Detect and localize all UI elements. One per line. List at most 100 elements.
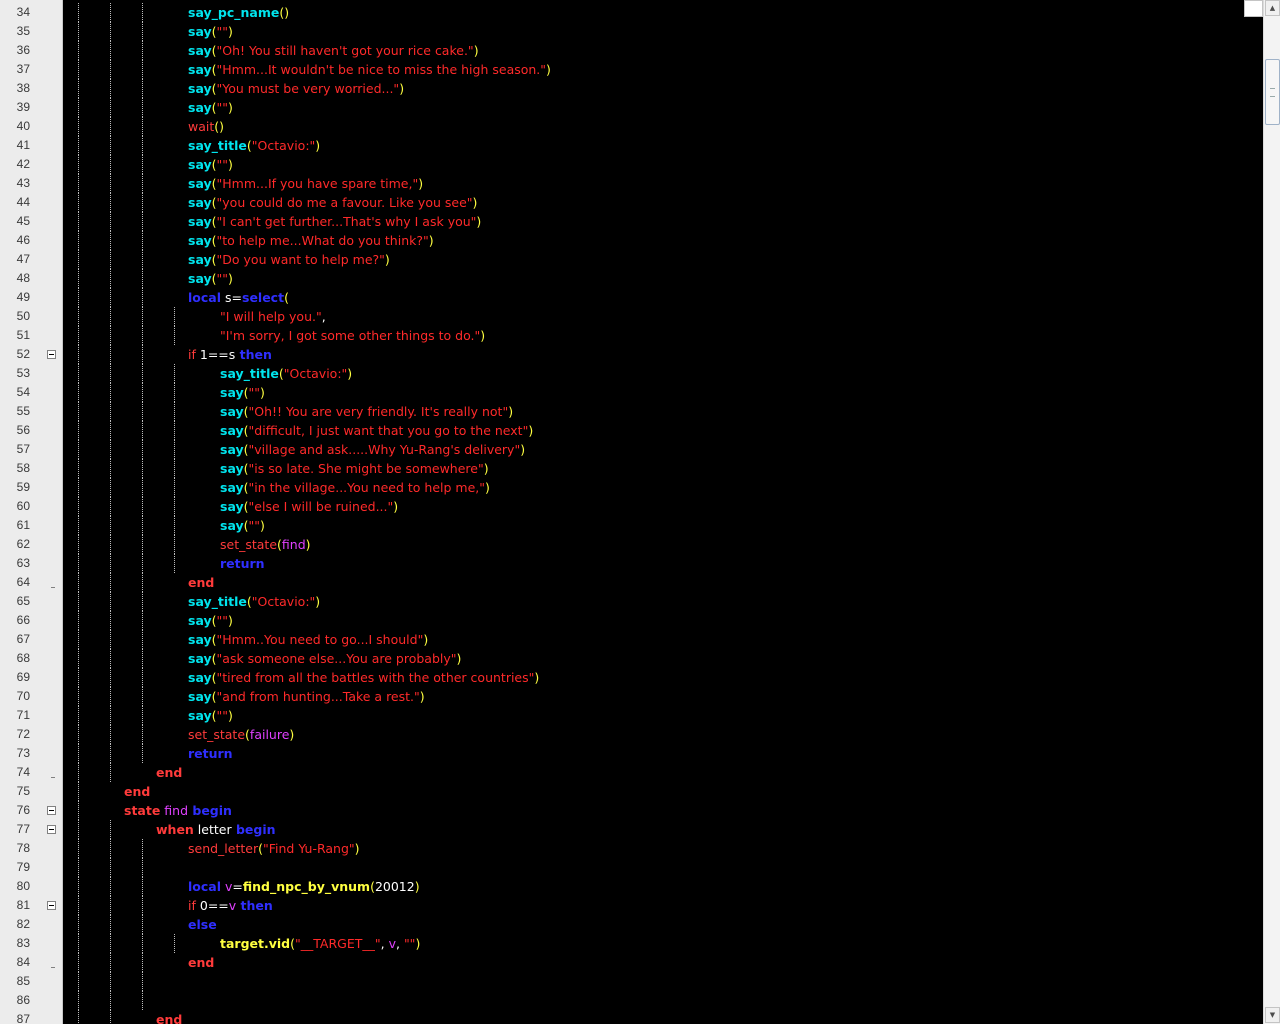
- indent-guide: [110, 60, 111, 79]
- code-token: target.vid: [220, 936, 291, 951]
- code-line[interactable]: target.vid("__TARGET__", v, ""): [220, 934, 1263, 953]
- code-token: ): [480, 328, 486, 343]
- scroll-thumb[interactable]: [1265, 59, 1280, 125]
- code-line[interactable]: say(""): [188, 706, 1263, 725]
- code-line[interactable]: [188, 972, 1263, 991]
- indent-guide: [78, 497, 79, 516]
- code-line[interactable]: say("difficult, I just want that you go …: [220, 421, 1263, 440]
- code-line[interactable]: say("tired from all the battles with the…: [188, 668, 1263, 687]
- code-line[interactable]: say("Hmm...If you have spare time,"): [188, 174, 1263, 193]
- code-editor[interactable]: 34 35 36 37 38 39 40 41 42 43 44 45 46 47 48 49 50 51 52 53…: [0, 0, 1263, 1024]
- code-line[interactable]: if 0==v then: [188, 896, 1263, 915]
- code-line[interactable]: say(""): [188, 611, 1263, 630]
- code-token: say: [188, 176, 212, 191]
- indent-guide: [78, 364, 79, 383]
- code-token: ): [305, 537, 311, 552]
- indent-guide: [142, 497, 143, 516]
- line-number: 38: [16, 81, 30, 95]
- indent-guide: [110, 307, 111, 326]
- code-line[interactable]: say("I can't get further...That's why I …: [188, 212, 1263, 231]
- line-number: 36: [16, 43, 30, 57]
- code-line[interactable]: say("to help me...What do you think?"): [188, 231, 1263, 250]
- indent-guide: [78, 98, 79, 117]
- code-line[interactable]: say("and from hunting...Take a rest."): [188, 687, 1263, 706]
- code-line[interactable]: say(""): [188, 98, 1263, 117]
- code-line[interactable]: return: [188, 744, 1263, 763]
- indent-guide: [78, 535, 79, 554]
- code-line[interactable]: [188, 991, 1263, 1010]
- fold-minus-icon[interactable]: [47, 806, 56, 815]
- code-line[interactable]: say("in the village...You need to help m…: [220, 478, 1263, 497]
- fold-minus-icon[interactable]: [47, 350, 56, 359]
- code-line[interactable]: say(""): [188, 155, 1263, 174]
- indent-guide: [142, 858, 143, 877]
- indent-guide: [174, 459, 175, 478]
- code-line[interactable]: say("else I will be ruined..."): [220, 497, 1263, 516]
- code-line[interactable]: local v=find_npc_by_vnum(20012): [188, 877, 1263, 896]
- code-line[interactable]: say_title("Octavio:"): [220, 364, 1263, 383]
- code-line[interactable]: say("Hmm..You need to go...I should"): [188, 630, 1263, 649]
- code-area[interactable]: say_pc_name() say("") say("Oh! You still h…: [63, 0, 1263, 1024]
- code-line[interactable]: say("You must be very worried..."): [188, 79, 1263, 98]
- scroll-down-button[interactable]: ▼: [1265, 1007, 1280, 1023]
- indent-guide: [142, 516, 143, 535]
- code-line[interactable]: end: [124, 782, 1263, 801]
- code-line[interactable]: say(""): [220, 516, 1263, 535]
- code-token: ): [384, 252, 390, 267]
- code-line[interactable]: say(""): [220, 383, 1263, 402]
- code-line[interactable]: when letter begin: [156, 820, 1263, 839]
- line-number: 67: [16, 632, 30, 646]
- line-number: 43: [16, 176, 30, 190]
- code-token: s: [221, 290, 232, 305]
- indent-guide: [78, 402, 79, 421]
- scroll-up-button[interactable]: ▲: [1265, 0, 1280, 16]
- code-token: when: [156, 822, 194, 837]
- code-line[interactable]: end: [156, 763, 1263, 782]
- code-token: ): [315, 594, 321, 609]
- code-token: say: [220, 518, 244, 533]
- vertical-scrollbar[interactable]: ▲ ▼: [1263, 0, 1280, 1024]
- code-line[interactable]: say("you could do me a favour. Like you …: [188, 193, 1263, 212]
- code-line[interactable]: say(""): [188, 269, 1263, 288]
- code-line[interactable]: set_state(find): [220, 535, 1263, 554]
- code-line[interactable]: state find begin: [124, 801, 1263, 820]
- code-line[interactable]: if 1==s then: [188, 345, 1263, 364]
- code-line[interactable]: say("Oh!! You are very friendly. It's re…: [220, 402, 1263, 421]
- code-line[interactable]: say("is so late. She might be somewhere"…: [220, 459, 1263, 478]
- code-line[interactable]: set_state(failure): [188, 725, 1263, 744]
- code-line[interactable]: say_title("Octavio:"): [188, 592, 1263, 611]
- code-line[interactable]: end: [156, 1010, 1263, 1024]
- code-token: say: [188, 233, 212, 248]
- code-token: "I will help you.": [220, 309, 322, 324]
- code-line[interactable]: say(""): [188, 22, 1263, 41]
- indent-guide: [142, 896, 143, 915]
- code-line[interactable]: end: [188, 953, 1263, 972]
- fold-minus-icon[interactable]: [47, 825, 56, 834]
- indent-guide: [110, 535, 111, 554]
- code-token: ): [546, 62, 551, 77]
- code-line[interactable]: "I'm sorry, I got some other things to d…: [220, 326, 1263, 345]
- indent-guide: [174, 516, 175, 535]
- code-line[interactable]: say("Do you want to help me?"): [188, 250, 1263, 269]
- fold-minus-icon[interactable]: [47, 901, 56, 910]
- code-line[interactable]: say_pc_name(): [188, 3, 1263, 22]
- code-line[interactable]: wait(): [188, 117, 1263, 136]
- code-line[interactable]: say("village and ask.....Why Yu-Rang's d…: [220, 440, 1263, 459]
- code-token: ): [228, 24, 233, 39]
- code-line[interactable]: say_title("Octavio:"): [188, 136, 1263, 155]
- code-line[interactable]: return: [220, 554, 1263, 573]
- code-token: "village and ask.....Why Yu-Rang's deliv…: [248, 442, 521, 457]
- indent-guide: [142, 250, 143, 269]
- code-line[interactable]: [188, 858, 1263, 877]
- code-line[interactable]: local s=select(: [188, 288, 1263, 307]
- code-line[interactable]: say("ask someone else...You are probably…: [188, 649, 1263, 668]
- code-line[interactable]: say("Oh! You still haven't got your rice…: [188, 41, 1263, 60]
- code-line[interactable]: send_letter("Find Yu-Rang"): [188, 839, 1263, 858]
- split-box[interactable]: [1244, 0, 1263, 17]
- code-line[interactable]: end: [188, 573, 1263, 592]
- code-line[interactable]: else: [188, 915, 1263, 934]
- indent-guide: [174, 440, 175, 459]
- code-line[interactable]: say("Hmm...It wouldn't be nice to miss t…: [188, 60, 1263, 79]
- indent-guide: [110, 687, 111, 706]
- code-line[interactable]: "I will help you.",: [220, 307, 1263, 326]
